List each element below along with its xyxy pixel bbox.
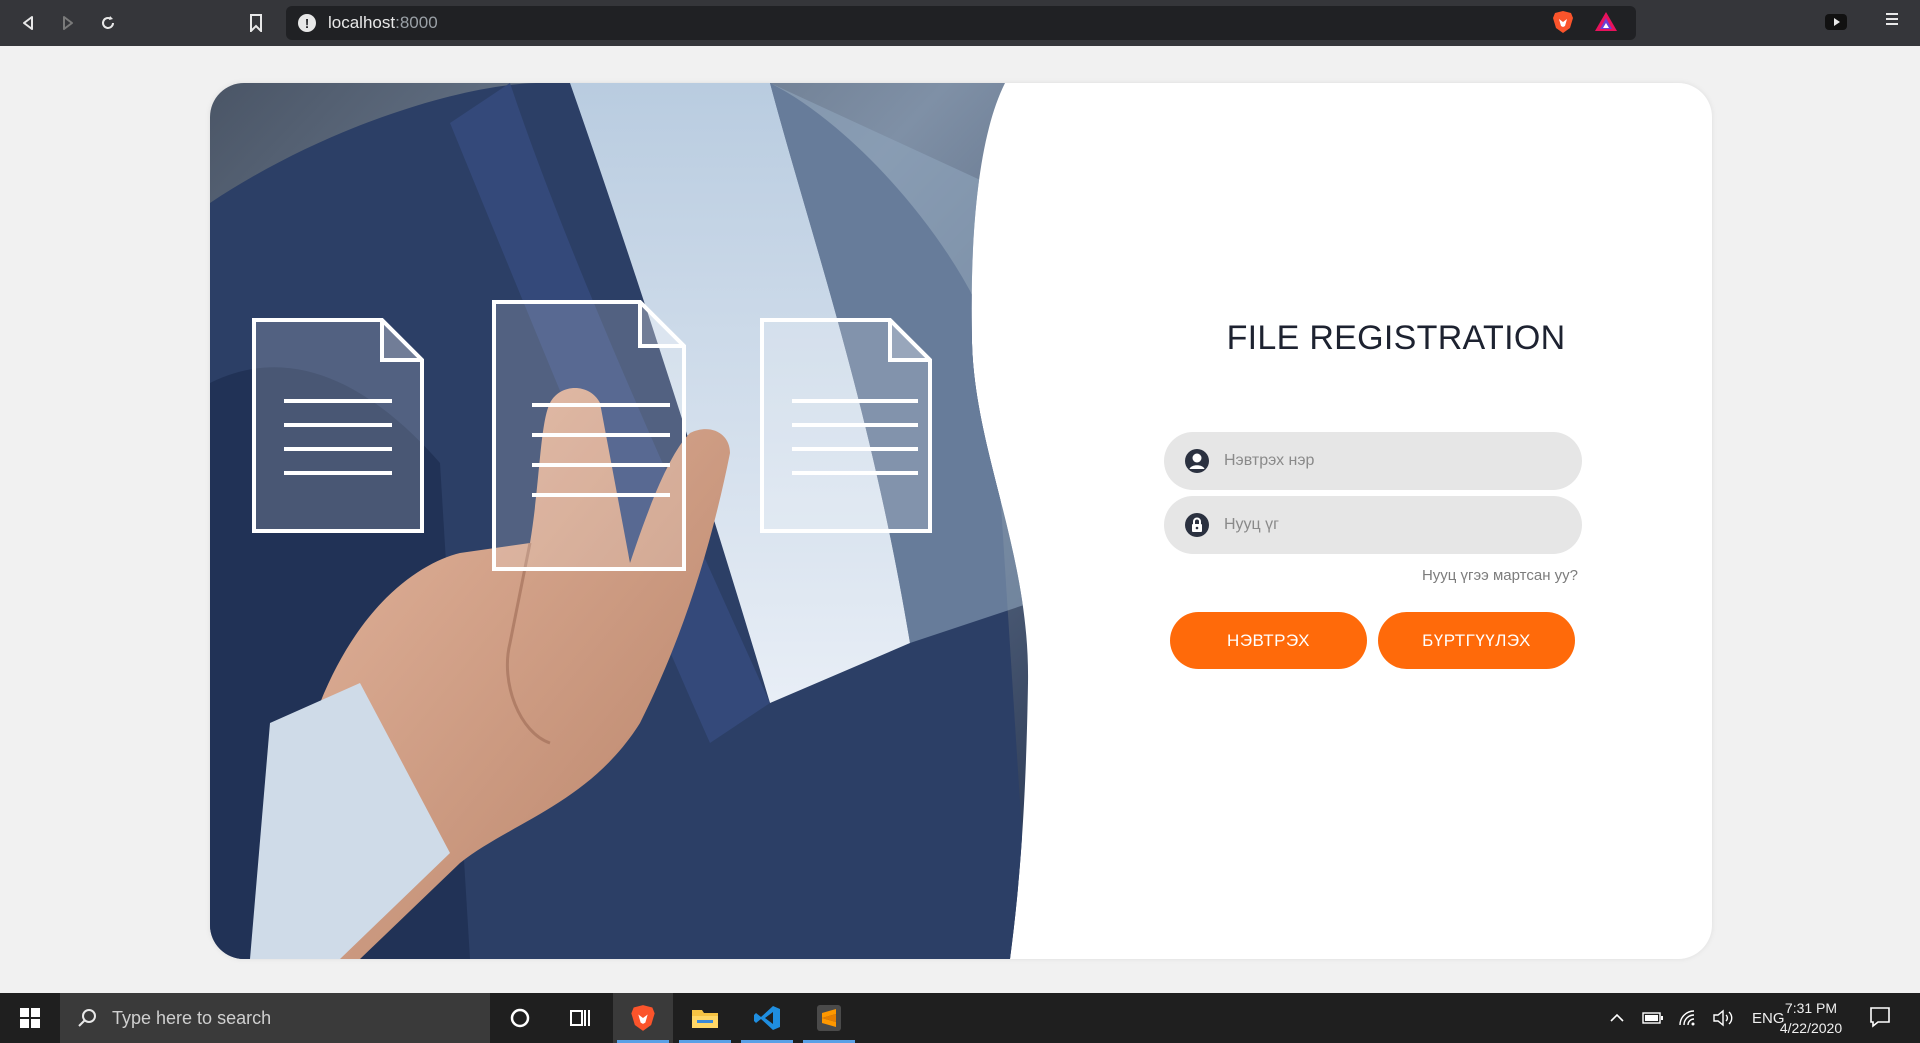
- back-icon[interactable]: [8, 0, 48, 46]
- windows-start-icon[interactable]: [0, 993, 60, 1043]
- user-icon: [1185, 449, 1209, 473]
- system-tray: ENG: [1608, 993, 1785, 1043]
- windows-taskbar: Type here to search ENG 7:31 PM 4/22/202…: [0, 993, 1920, 1043]
- battery-icon[interactable]: [1642, 1011, 1664, 1025]
- password-input[interactable]: [1224, 516, 1564, 534]
- lock-icon: [1185, 513, 1209, 537]
- page-title: FILE REGISTRATION: [1226, 319, 1566, 357]
- clock[interactable]: 7:31 PM 4/22/2020: [1768, 998, 1854, 1038]
- address-bar[interactable]: ! localhost:8000: [286, 6, 1636, 40]
- taskbar-search[interactable]: Type here to search: [60, 993, 490, 1043]
- register-button[interactable]: БҮРТГҮҮЛЭХ: [1378, 612, 1575, 669]
- chevron-up-icon[interactable]: [1608, 1009, 1626, 1027]
- task-view-icon[interactable]: [550, 993, 610, 1043]
- brave-icon[interactable]: [613, 993, 673, 1043]
- cortana-icon[interactable]: [490, 993, 550, 1043]
- file-explorer-icon[interactable]: [675, 993, 735, 1043]
- brave-shield-icon[interactable]: [1552, 10, 1574, 34]
- username-field[interactable]: [1164, 432, 1582, 490]
- search-icon: [78, 1009, 96, 1027]
- username-input[interactable]: [1224, 452, 1564, 470]
- youtube-icon[interactable]: [1825, 13, 1847, 31]
- volume-icon[interactable]: [1712, 1009, 1734, 1027]
- bookmark-icon[interactable]: [244, 11, 268, 35]
- brave-rewards-icon[interactable]: [1594, 10, 1618, 34]
- omnibox-extensions: [1552, 10, 1618, 34]
- login-card: FILE REGISTRATION Нууц үгээ мартсан уу? …: [210, 83, 1712, 959]
- password-field[interactable]: [1164, 496, 1582, 554]
- notification-icon[interactable]: [1868, 1005, 1892, 1029]
- forgot-password-link[interactable]: Нууц үгээ мартсан уу?: [1210, 567, 1578, 584]
- url-text: localhost:8000: [328, 13, 438, 32]
- clock-time: 7:31 PM: [1784, 1000, 1838, 1016]
- vscode-icon[interactable]: [737, 993, 797, 1043]
- browser-toolbar: ! localhost:8000: [0, 0, 1920, 46]
- wifi-icon[interactable]: [1678, 1009, 1698, 1027]
- search-placeholder: Type here to search: [112, 1007, 272, 1028]
- forward-icon[interactable]: [48, 0, 88, 46]
- hero-image: [210, 83, 1029, 959]
- reload-icon[interactable]: [88, 0, 128, 46]
- info-icon[interactable]: !: [298, 14, 316, 32]
- login-button[interactable]: НЭВТРЭХ: [1170, 612, 1367, 669]
- menu-icon[interactable]: [1880, 10, 1904, 36]
- sublime-icon[interactable]: [799, 993, 859, 1043]
- clock-date: 4/22/2020: [1779, 1020, 1843, 1036]
